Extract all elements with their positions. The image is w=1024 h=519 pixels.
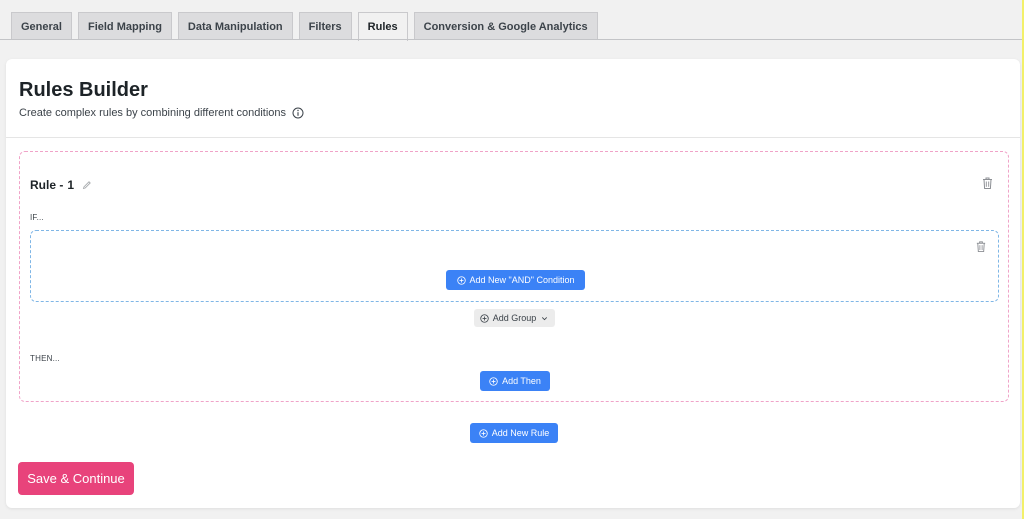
rules-builder-card: Rules Builder Create complex rules by co… <box>6 59 1020 508</box>
add-new-rule-button[interactable]: Add New Rule <box>470 423 558 443</box>
tab-filters[interactable]: Filters <box>298 12 352 40</box>
page-subtitle: Create complex rules by combining differ… <box>19 107 304 119</box>
save-continue-label: Save & Continue <box>27 471 125 486</box>
add-and-condition-label: Add New "AND" Condition <box>469 275 575 285</box>
add-then-button[interactable]: Add Then <box>480 371 550 391</box>
add-new-rule-label: Add New Rule <box>491 428 550 438</box>
tab-rules[interactable]: Rules <box>357 12 408 41</box>
plus-circle-icon <box>456 275 466 285</box>
tab-field-mapping[interactable]: Field Mapping <box>77 12 172 40</box>
plus-circle-icon <box>479 428 488 438</box>
pencil-icon[interactable] <box>82 180 92 190</box>
tab-conversion-google-analytics[interactable]: Conversion & Google Analytics <box>413 12 598 40</box>
if-label: IF... <box>30 213 44 222</box>
add-group-button[interactable]: Add Group <box>474 309 555 327</box>
condition-group: Add New "AND" Condition <box>30 230 999 302</box>
card-header-divider <box>6 137 1020 138</box>
then-label: THEN... <box>30 354 60 363</box>
plus-circle-icon <box>480 313 489 323</box>
delete-group-trash-icon[interactable] <box>975 240 987 253</box>
page-subtitle-text: Create complex rules by combining differ… <box>19 107 286 119</box>
plus-circle-icon <box>489 376 498 386</box>
tab-bar: General Field Mapping Data Manipulation … <box>11 12 598 41</box>
rule-title-prefix: Rule - <box>30 178 64 192</box>
delete-rule-trash-icon[interactable] <box>981 176 994 190</box>
save-continue-button[interactable]: Save & Continue <box>18 462 134 495</box>
info-circle-icon[interactable] <box>292 107 304 119</box>
chevron-down-icon <box>542 316 548 320</box>
add-then-label: Add Then <box>502 376 541 386</box>
add-and-condition-button[interactable]: Add New "AND" Condition <box>446 270 585 290</box>
rule-number: 1 <box>67 178 75 192</box>
add-group-label: Add Group <box>492 313 537 323</box>
rule-container: Rule - 1 IF... Add New "AND" Condition A… <box>19 151 1009 402</box>
tab-bar-divider <box>0 39 1022 40</box>
tab-general[interactable]: General <box>11 12 72 40</box>
page-title: Rules Builder <box>19 79 148 101</box>
tab-data-manipulation[interactable]: Data Manipulation <box>177 12 293 40</box>
rule-title: Rule - 1 <box>30 178 92 192</box>
